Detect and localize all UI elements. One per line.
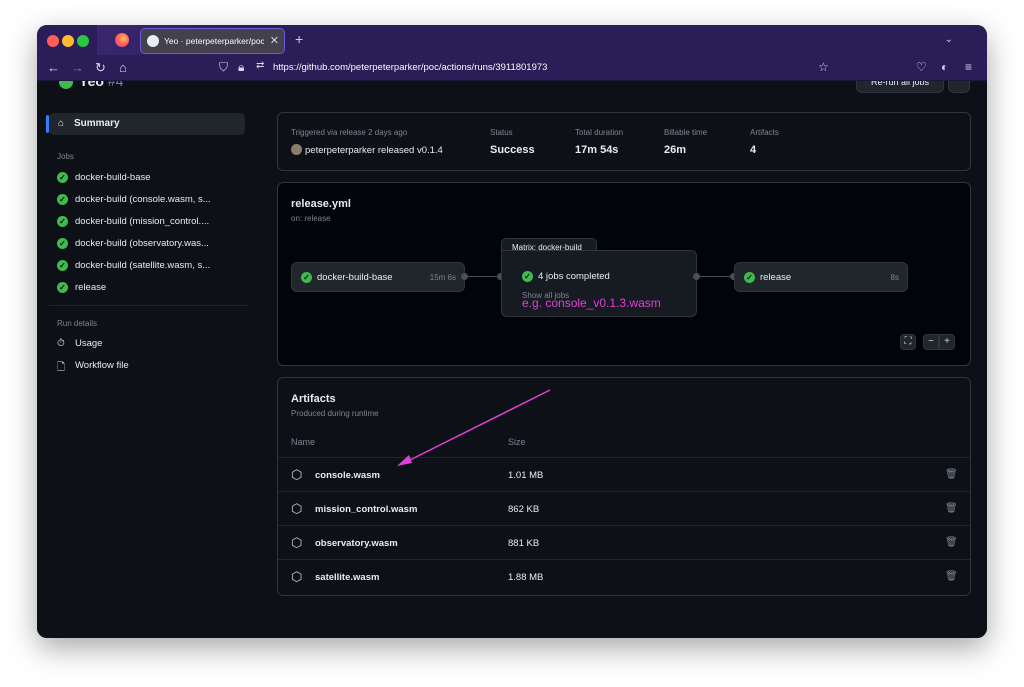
- annotation-arrow-icon: [397, 389, 551, 466]
